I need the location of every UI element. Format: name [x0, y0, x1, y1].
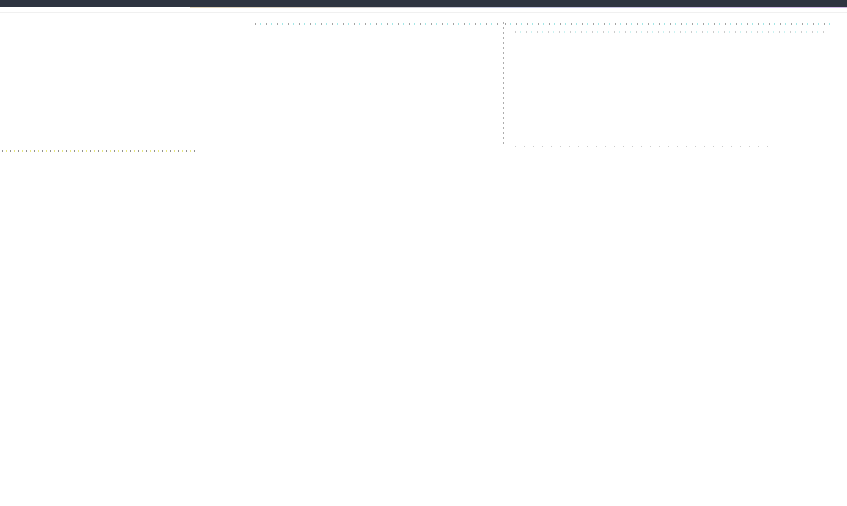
header-divider	[0, 12, 847, 13]
left-pane-status-text	[2, 150, 197, 152]
pane-divider[interactable]	[503, 22, 504, 146]
toolbar-row-secondary	[515, 31, 825, 33]
window-title-bar	[0, 0, 847, 7]
toolbar-row-right	[505, 23, 830, 25]
toolbar-row-left	[255, 23, 500, 25]
right-pane-status-text	[515, 146, 775, 147]
toolbar-accent-strip	[190, 7, 847, 8]
